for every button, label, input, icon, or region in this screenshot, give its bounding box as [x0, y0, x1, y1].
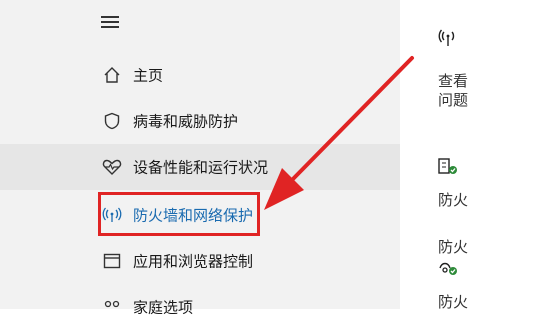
sidebar: 主页 病毒和威胁防护 设备性能和运行状况 防火墙和网络保护 应用和浏览器控制 家… — [0, 0, 400, 317]
main-text: 防火 — [438, 239, 469, 256]
sidebar-item-home[interactable]: 主页 — [0, 52, 400, 98]
sidebar-item-label: 家庭选项 — [133, 299, 194, 317]
sidebar-item-label: 设备性能和运行状况 — [133, 159, 269, 177]
sidebar-item-device-health[interactable]: 设备性能和运行状况 — [0, 144, 400, 190]
sidebar-item-label: 应用和浏览器控制 — [133, 253, 254, 271]
sidebar-item-label: 防火墙和网络保护 — [133, 207, 254, 225]
network-check-icon — [438, 258, 460, 281]
home-icon — [102, 65, 122, 85]
main-text: 查看 — [438, 73, 469, 90]
shield-icon — [102, 111, 122, 131]
main-text: 问题 — [438, 92, 469, 109]
menu-icon[interactable] — [101, 16, 119, 30]
building-check-icon — [438, 157, 460, 180]
wifi-antenna-icon — [438, 28, 458, 53]
family-icon — [102, 297, 122, 317]
wifi-antenna-icon — [102, 205, 122, 225]
main-text: 防火 — [438, 192, 469, 209]
sidebar-item-firewall[interactable]: 防火墙和网络保护 — [0, 192, 400, 238]
main-content: 查看 问题 防火 防火 防火 — [400, 0, 552, 311]
sidebar-item-label: 主页 — [133, 67, 164, 85]
sidebar-item-label: 病毒和威胁防护 — [133, 113, 239, 131]
sidebar-item-virus-protection[interactable]: 病毒和威胁防护 — [0, 98, 400, 144]
sidebar-item-family-options[interactable]: 家庭选项 — [0, 284, 400, 330]
heart-icon — [102, 157, 122, 177]
app-window-icon — [102, 251, 122, 271]
sidebar-item-app-browser-control[interactable]: 应用和浏览器控制 — [0, 238, 400, 284]
